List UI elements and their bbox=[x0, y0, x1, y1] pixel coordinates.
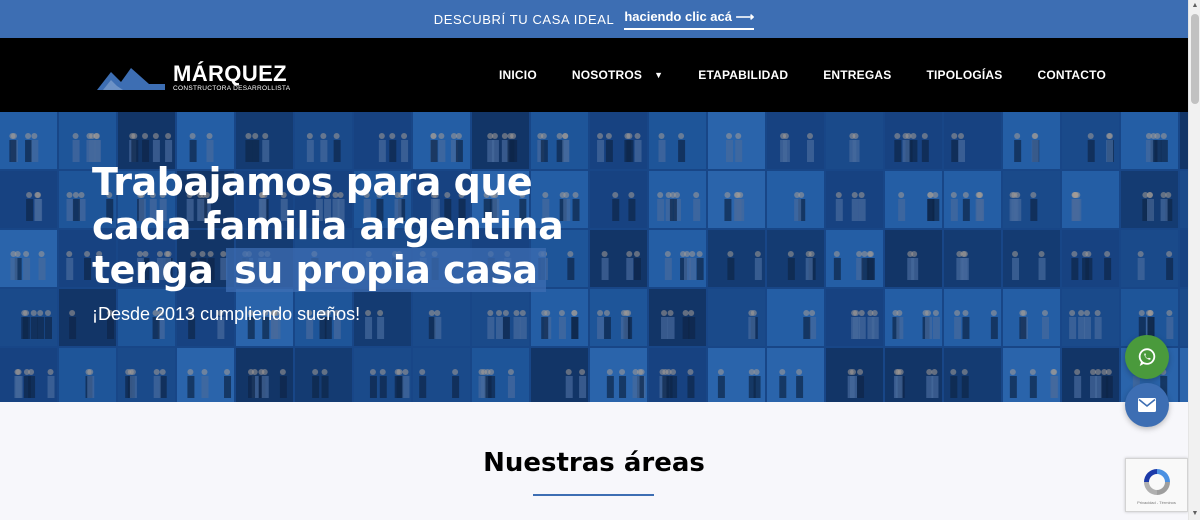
hero-title-line: Trabajamos para que bbox=[92, 160, 533, 204]
logo-title: MÁRQUEZ bbox=[173, 61, 288, 86]
logo-mark-icon bbox=[97, 68, 165, 90]
nav-item-nosotros[interactable]: NOSOTROS ▼ bbox=[572, 68, 663, 82]
scrollbar[interactable]: ▲ ▼ bbox=[1188, 0, 1200, 520]
scroll-down-icon[interactable]: ▼ bbox=[1189, 508, 1200, 520]
chevron-down-icon: ▼ bbox=[654, 70, 664, 80]
recaptcha-text: Privacidad - Términos bbox=[1137, 499, 1176, 505]
hero-subtitle: ¡Desde 2013 cumpliendo sueños! bbox=[92, 304, 361, 324]
nav-item-label: TIPOLOGÍAS bbox=[926, 68, 1003, 82]
email-button[interactable] bbox=[1125, 383, 1169, 427]
announcement-link[interactable]: haciendo clic acá ⟶ bbox=[624, 9, 755, 30]
hero-banner: Trabajamos para que cada familia argenti… bbox=[0, 112, 1188, 402]
hero-title-line-3: tenga su propia casa bbox=[92, 248, 563, 292]
scrollbar-thumb[interactable] bbox=[1191, 14, 1199, 104]
mail-icon bbox=[1138, 398, 1156, 412]
nav-item-contacto[interactable]: CONTACTO bbox=[1038, 68, 1107, 82]
logo[interactable]: MÁRQUEZ CONSTRUCTORA DESARROLLISTA bbox=[97, 62, 290, 94]
nav-item-label: NOSOTROS bbox=[571, 68, 643, 82]
nav-item-inicio[interactable]: INICIO bbox=[499, 68, 537, 82]
whatsapp-icon bbox=[1138, 348, 1156, 367]
announcement-bar: DESCUBRÍ TU CASA IDEAL haciendo clic acá… bbox=[0, 0, 1188, 38]
site-header: MÁRQUEZ CONSTRUCTORA DESARROLLISTA INICI… bbox=[0, 38, 1188, 112]
section-divider bbox=[533, 494, 654, 496]
hero-title: Trabajamos para que cada familia argenti… bbox=[92, 160, 564, 292]
main-nav: INICIO NOSOTROS ▼ ETAPABILIDAD ENTREGAS T… bbox=[499, 38, 1106, 112]
section-title: Nuestras áreas bbox=[483, 448, 705, 478]
nav-item-etapabilidad[interactable]: ETAPABILIDAD bbox=[698, 68, 788, 82]
hero-title-plain: tenga bbox=[92, 248, 214, 292]
logo-subtitle: CONSTRUCTORA DESARROLLISTA bbox=[173, 85, 291, 92]
scroll-up-icon[interactable]: ▲ bbox=[1189, 0, 1200, 12]
nav-item-label: ETAPABILIDAD bbox=[698, 68, 789, 82]
nav-item-label: ENTREGAS bbox=[823, 68, 892, 82]
recaptcha-badge[interactable]: Privacidad - Términos bbox=[1125, 458, 1188, 512]
recaptcha-icon bbox=[1143, 468, 1170, 495]
hero-title-highlight: su propia casa bbox=[226, 248, 546, 292]
nav-item-label: CONTACTO bbox=[1037, 68, 1106, 82]
nav-item-entregas[interactable]: ENTREGAS bbox=[823, 68, 891, 82]
whatsapp-button[interactable] bbox=[1125, 335, 1169, 379]
page: DESCUBRÍ TU CASA IDEAL haciendo clic acá… bbox=[0, 0, 1200, 520]
nav-item-tipologias[interactable]: TIPOLOGÍAS bbox=[926, 68, 1002, 82]
hero-title-line: cada familia argentina bbox=[92, 204, 564, 248]
nav-item-label: INICIO bbox=[498, 68, 537, 82]
announcement-text: DESCUBRÍ TU CASA IDEAL bbox=[433, 11, 615, 27]
